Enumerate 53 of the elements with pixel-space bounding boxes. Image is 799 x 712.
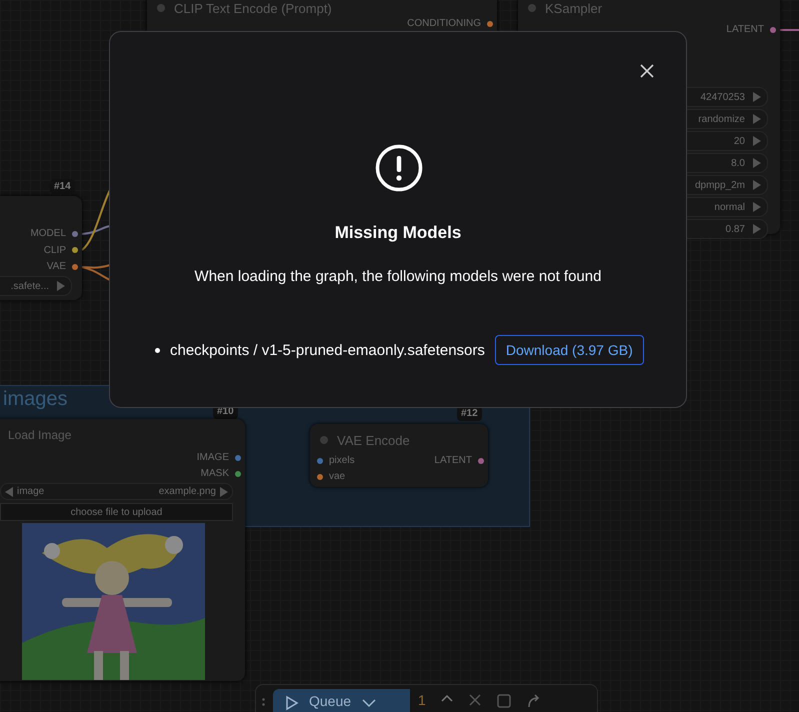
- node-title: VAE Encode: [337, 432, 410, 448]
- port-label: LATENT: [434, 455, 472, 466]
- port-dot[interactable]: [770, 26, 776, 32]
- group-title: images: [3, 388, 68, 411]
- chevron-down-icon[interactable]: [361, 698, 378, 708]
- node-title: Load Image: [8, 428, 72, 442]
- port-dot[interactable]: [235, 454, 241, 460]
- queue-button[interactable]: Queue: [273, 689, 410, 712]
- chevron-up-icon[interactable]: [440, 693, 454, 703]
- port-dot[interactable]: [478, 458, 484, 464]
- port-label: VAE: [46, 261, 66, 272]
- port-label: CLIP: [44, 244, 66, 256]
- model-path: checkpoints / v1-5-pruned-emaonly.safetensors: [170, 342, 485, 358]
- drag-handle-icon[interactable]: [262, 697, 265, 707]
- arrow-right-icon[interactable]: [220, 486, 228, 496]
- upload-button[interactable]: choose file to upload: [0, 503, 233, 521]
- close-icon[interactable]: [468, 693, 482, 707]
- port-label: vae: [329, 471, 346, 482]
- play-icon: [285, 695, 299, 711]
- status-dot: [528, 4, 536, 12]
- port-dot[interactable]: [72, 230, 78, 236]
- port-label: pixels: [329, 455, 355, 466]
- download-button[interactable]: Download (3.97 GB): [494, 335, 644, 365]
- port-label: IMAGE: [196, 452, 229, 463]
- arrow-right-icon[interactable]: [57, 281, 65, 291]
- status-dot: [320, 436, 328, 444]
- widget-field[interactable]: .safete...: [0, 276, 72, 296]
- stop-icon[interactable]: [496, 693, 512, 709]
- port-dot[interactable]: [317, 458, 323, 464]
- arrow-right-icon[interactable]: [753, 224, 761, 234]
- close-icon: [640, 64, 654, 78]
- port-dot[interactable]: [72, 264, 78, 270]
- batch-count-field[interactable]: 1: [418, 689, 426, 708]
- port-label: MASK: [200, 468, 229, 479]
- dialog-title: Missing Models: [334, 223, 462, 243]
- bullet-icon: [155, 348, 160, 352]
- node-title: CLIP Text Encode (Prompt): [174, 0, 332, 16]
- status-dot: [157, 4, 165, 12]
- port-label: MODEL: [30, 228, 66, 239]
- port-dot[interactable]: [235, 470, 241, 476]
- node-badge: #14: [50, 179, 75, 194]
- arrow-left-icon[interactable]: [5, 486, 13, 496]
- port-dot[interactable]: [72, 247, 78, 253]
- port-dot[interactable]: [317, 474, 323, 480]
- exclamation-icon: [375, 144, 423, 192]
- close-button[interactable]: [640, 64, 654, 78]
- redo-icon[interactable]: [526, 693, 542, 709]
- port-label: CONDITIONING: [407, 18, 481, 29]
- port-dot[interactable]: [487, 20, 493, 26]
- port-label: LATENT: [726, 24, 764, 35]
- dialog-message: When loading the graph, the following models were not found: [194, 268, 602, 285]
- image-combo[interactable]: image example.png: [0, 483, 233, 500]
- node-title: KSampler: [545, 0, 602, 16]
